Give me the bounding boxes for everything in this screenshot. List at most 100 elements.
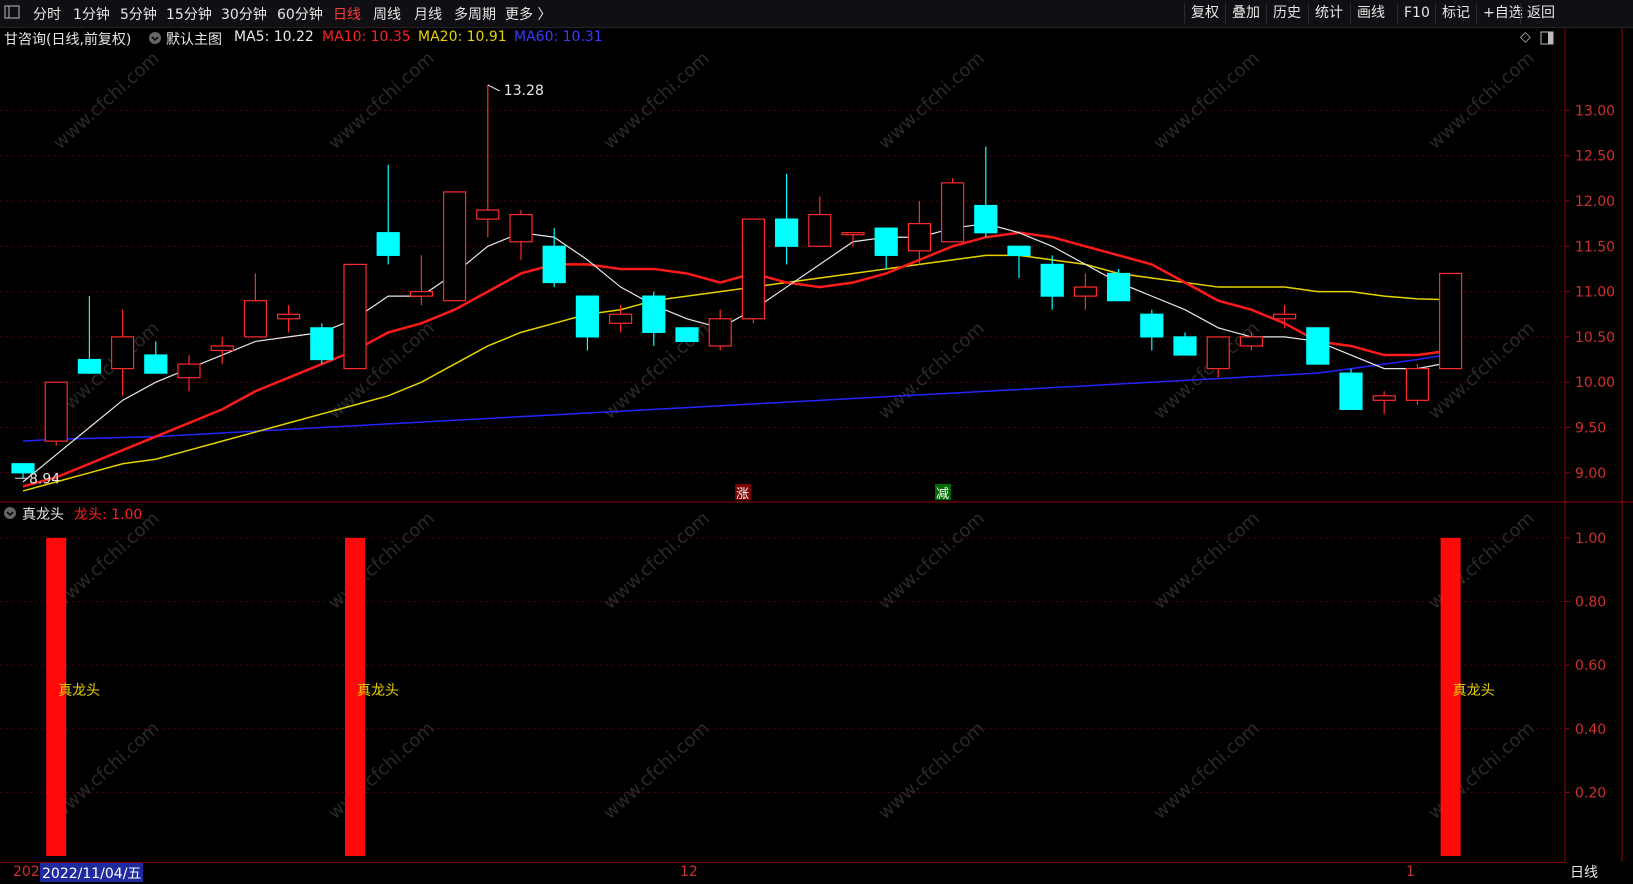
- high-pointer: [487, 84, 501, 92]
- price-tick-label: 10.50: [1575, 330, 1615, 346]
- candle: [1339, 368, 1363, 410]
- watermark-text: www.cfchi.com: [1424, 48, 1538, 154]
- kline-chart[interactable]: www.cfchi.com www.cfchi.com www.cfchi.com w…: [0, 0, 1633, 883]
- candle-body: [1239, 336, 1264, 347]
- toolbar-button-4[interactable]: 画线: [1350, 3, 1391, 24]
- toolbar-button-5[interactable]: F10: [1397, 3, 1436, 24]
- candle-body: [1007, 245, 1031, 256]
- watermark-text: www.cfchi.com: [49, 48, 163, 154]
- candle: [310, 323, 334, 365]
- candle: [774, 173, 799, 265]
- candle-body: [243, 300, 267, 338]
- candle-body: [343, 263, 367, 370]
- candle-body: [509, 213, 533, 243]
- candle-body: [940, 182, 965, 243]
- candle-body: [1438, 272, 1463, 370]
- signal-bar: [46, 537, 67, 856]
- up-marker: 涨: [736, 487, 749, 502]
- signal-bar-label: 真龙头: [58, 683, 100, 699]
- period-tab-7[interactable]: 周线: [373, 4, 401, 24]
- candle-body: [1306, 327, 1330, 365]
- candle-body: [476, 209, 500, 220]
- period-tab-8[interactable]: 月线: [414, 4, 442, 24]
- price-axis: 13.00 12.50 12.00 11.50 11.00 10.50 10.00 9.50 9…: [1565, 103, 1615, 801]
- candle: [476, 84, 500, 238]
- time-axis-end: 1: [1406, 864, 1415, 880]
- window-menu-icon[interactable]: [4, 5, 20, 23]
- watermark-text: www.cfchi.com: [599, 718, 713, 824]
- price-tick-label: 13.00: [1575, 103, 1615, 119]
- toolbar-button-0[interactable]: 复权: [1184, 3, 1225, 24]
- candle-body: [1140, 313, 1164, 338]
- stock-title[interactable]: 甘咨询(日线,前复权): [4, 29, 131, 49]
- candle: [1438, 272, 1463, 370]
- watermark-text: www.cfchi.com: [874, 48, 988, 154]
- ma10-line: [22, 231, 1451, 488]
- candle: [1140, 309, 1164, 351]
- watermark-text: www.cfchi.com: [874, 318, 988, 424]
- price-tick-label: 12.50: [1575, 149, 1615, 165]
- candle: [110, 309, 135, 396]
- candle: [277, 305, 301, 333]
- indicator-tick-label: 0.40: [1575, 722, 1606, 738]
- candle-body: [310, 327, 334, 361]
- period-tab-1[interactable]: 1分钟: [73, 4, 110, 24]
- ma5-line: [22, 223, 1451, 483]
- candle: [708, 309, 732, 351]
- candle: [741, 218, 766, 324]
- candle-body: [110, 336, 135, 370]
- indicator-bars: 真龙头 真龙头 真龙头: [46, 537, 1495, 856]
- candle-body: [808, 213, 832, 247]
- toolbar-button-1[interactable]: 叠加: [1225, 3, 1266, 24]
- candle-body: [708, 318, 732, 347]
- period-tab-3[interactable]: 15分钟: [166, 4, 212, 24]
- candle-body: [1073, 286, 1098, 297]
- candle: [443, 191, 467, 302]
- candle: [1007, 245, 1031, 278]
- template-toggle-icon[interactable]: [148, 31, 162, 49]
- candle: [376, 164, 400, 265]
- watermark-text: www.cfchi.com: [1149, 48, 1263, 154]
- candle-body: [841, 232, 865, 236]
- toolbar-button-8[interactable]: 返回: [1520, 3, 1561, 24]
- price-tick-label: 10.00: [1575, 375, 1615, 391]
- watermark-text: www.cfchi.com: [324, 318, 438, 424]
- candle-body: [675, 327, 699, 343]
- watermark-text: www.cfchi.com: [49, 318, 163, 424]
- watermarks: www.cfchi.com www.cfchi.com www.cfchi.com w…: [49, 48, 1538, 824]
- period-tab-9[interactable]: 多周期: [454, 4, 496, 24]
- candle: [1306, 327, 1330, 365]
- candle: [642, 291, 666, 346]
- period-tab-0[interactable]: 分时: [33, 4, 61, 24]
- diamond-icon[interactable]: ◇: [1520, 29, 1531, 45]
- candle: [1272, 305, 1297, 328]
- indicator-tick-label: 1.00: [1575, 531, 1606, 547]
- period-tab-2[interactable]: 5分钟: [120, 4, 157, 24]
- toolbar-button-3[interactable]: 统计: [1308, 3, 1349, 24]
- watermark-text: www.cfchi.com: [599, 508, 713, 614]
- period-tab-4[interactable]: 30分钟: [221, 4, 267, 24]
- watermark-text: www.cfchi.com: [324, 508, 438, 614]
- panel-toggle-icon[interactable]: [1540, 31, 1554, 49]
- time-axis: 202 2022/11/04/五 12 1: [0, 862, 1565, 884]
- indicator-name[interactable]: 真龙头: [22, 504, 64, 524]
- watermark-text: www.cfchi.com: [1424, 508, 1538, 614]
- down-marker: 减: [936, 487, 949, 502]
- period-tab-10[interactable]: 更多 〉: [505, 4, 551, 24]
- signal-bar-label: 真龙头: [357, 683, 399, 699]
- period-tab-6[interactable]: 日线: [333, 4, 361, 24]
- template-name[interactable]: 默认主图: [166, 29, 222, 49]
- toolbar-button-2[interactable]: 历史: [1266, 3, 1307, 24]
- indicator-toggle-icon[interactable]: [3, 506, 17, 524]
- candle: [1239, 332, 1264, 351]
- period-label[interactable]: 日线: [1570, 862, 1630, 882]
- watermark-text: www.cfchi.com: [1149, 508, 1263, 614]
- price-tick-label: 9.50: [1575, 421, 1606, 437]
- candle-body: [77, 358, 102, 374]
- ma60-value: MA60: 10.31: [514, 29, 603, 45]
- watermark-text: www.cfchi.com: [599, 48, 713, 154]
- watermark-text: www.cfchi.com: [324, 48, 438, 154]
- candle: [542, 228, 566, 288]
- toolbar-button-6[interactable]: 标记: [1435, 3, 1476, 24]
- period-tab-5[interactable]: 60分钟: [277, 4, 323, 24]
